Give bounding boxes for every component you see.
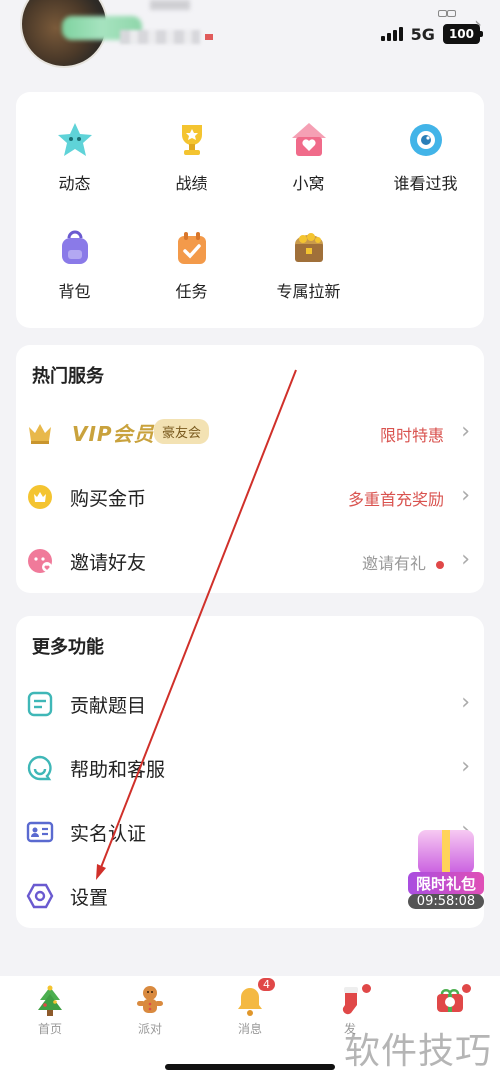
grid-item-label: 任务 bbox=[175, 282, 208, 301]
status-mark bbox=[205, 34, 213, 40]
row-label: 帮助和客服 bbox=[70, 759, 166, 781]
id-card-icon bbox=[26, 818, 54, 846]
chevron-right-icon: › bbox=[461, 483, 470, 508]
trophy-icon bbox=[172, 120, 212, 160]
treasure-chest-icon bbox=[289, 228, 329, 268]
bell-icon: 4 bbox=[233, 978, 275, 1018]
grid-item-backpack[interactable]: 背包 bbox=[16, 228, 133, 302]
christmas-tree-icon bbox=[33, 984, 67, 1018]
stocking-icon bbox=[333, 984, 371, 1018]
chevron-right-icon: › bbox=[461, 419, 470, 444]
help-support-row[interactable]: 帮助和客服 › bbox=[16, 748, 484, 788]
tab-label: 消息 bbox=[237, 1022, 262, 1036]
grid-item-label: 专属拉新 bbox=[276, 282, 341, 301]
chevron-right-icon: › bbox=[461, 547, 470, 572]
section-title: 热门服务 bbox=[32, 366, 104, 387]
grid-item-dynamic[interactable]: 动态 bbox=[16, 120, 133, 194]
gift-label: 限时礼包 bbox=[408, 872, 484, 895]
contribute-questions-row[interactable]: 贡献题目 › bbox=[16, 684, 484, 724]
watermark: 软件技巧 bbox=[343, 1031, 492, 1072]
signal-icon bbox=[380, 27, 403, 41]
tab-profile[interactable] bbox=[400, 984, 500, 1020]
limited-gift-pack[interactable]: 限时礼包 09:58:08 bbox=[408, 826, 484, 914]
calendar-check-icon bbox=[172, 228, 212, 268]
status-bar: 5G 100 bbox=[380, 24, 484, 44]
vip-promo-text: 限时特惠 bbox=[379, 426, 444, 445]
grid-item-label: 小窝 bbox=[292, 174, 325, 193]
row-label: 贡献题目 bbox=[70, 695, 147, 717]
tab-label: 首页 bbox=[37, 1022, 62, 1036]
profile-header: › 5G 100 bbox=[0, 0, 500, 80]
star-face-icon bbox=[55, 120, 95, 160]
gingerbread-icon bbox=[133, 984, 167, 1018]
section-title: 更多功能 bbox=[32, 637, 104, 658]
grid-item-visitors[interactable]: 谁看过我 bbox=[367, 120, 484, 194]
grid-item-nest[interactable]: 小窝 bbox=[250, 120, 367, 194]
buy-coins-row[interactable]: 购买金币 多重首充奖励 › bbox=[16, 477, 484, 517]
battery-icon: 100 bbox=[442, 24, 484, 44]
invite-friends-row[interactable]: 邀请好友 邀请有礼 › bbox=[16, 541, 484, 581]
row-label: 实名认证 bbox=[70, 823, 147, 845]
gift-ribbon bbox=[442, 830, 450, 874]
row-label: 购买金币 bbox=[70, 488, 147, 510]
crown-icon bbox=[26, 419, 54, 447]
coins-promo-text: 多重首充奖励 bbox=[347, 490, 444, 509]
chevron-right-icon: › bbox=[461, 690, 470, 715]
backpack-icon bbox=[55, 228, 95, 268]
invite-promo-text: 邀请有礼 bbox=[362, 550, 444, 574]
coin-crown-icon bbox=[26, 483, 54, 511]
tab-party[interactable]: 派对 bbox=[100, 984, 200, 1037]
vip-club-badge: 豪友会 bbox=[154, 419, 210, 444]
house-heart-icon bbox=[289, 120, 329, 160]
document-icon bbox=[26, 690, 54, 718]
hot-services-card: 热门服务 VIP会员 豪友会 限时特惠 › 购买金币 多重首充奖励 › 邀请好友… bbox=[16, 345, 484, 593]
unread-count-badge: 4 bbox=[258, 978, 275, 991]
grid-item-record[interactable]: 战绩 bbox=[133, 120, 250, 194]
grid-item-referral[interactable]: 专属拉新 bbox=[250, 228, 367, 302]
tab-home[interactable]: 首页 bbox=[0, 984, 100, 1037]
blurred-user-id bbox=[120, 30, 200, 44]
vip-row[interactable]: VIP会员 豪友会 限时特惠 › bbox=[16, 413, 484, 453]
notification-dot bbox=[436, 560, 444, 569]
tab-label: 派对 bbox=[137, 1022, 162, 1036]
vip-logo: VIP会员 bbox=[72, 422, 155, 446]
settings-hexagon-icon bbox=[26, 882, 54, 910]
invite-face-icon bbox=[26, 547, 54, 575]
notification-dot bbox=[362, 984, 371, 993]
grid-item-label: 谁看过我 bbox=[393, 174, 458, 193]
chat-smile-icon bbox=[26, 754, 54, 782]
blurred-text bbox=[150, 0, 190, 10]
invite-promo-label: 邀请有礼 bbox=[361, 554, 426, 573]
tab-messages[interactable]: 4 消息 bbox=[200, 978, 300, 1037]
row-label: 设置 bbox=[70, 887, 109, 909]
eye-icon bbox=[406, 120, 446, 160]
network-label: 5G bbox=[410, 24, 435, 44]
grid-item-label: 动态 bbox=[58, 174, 91, 193]
chevron-right-icon: › bbox=[461, 754, 470, 779]
grid-item-label: 背包 bbox=[58, 282, 91, 301]
gift-countdown: 09:58:08 bbox=[408, 894, 484, 909]
row-label: 邀请好友 bbox=[70, 552, 147, 574]
notification-dot bbox=[462, 984, 471, 993]
grid-item-label: 战绩 bbox=[175, 174, 208, 193]
home-indicator[interactable] bbox=[165, 1064, 335, 1070]
holiday-gift-icon bbox=[433, 984, 471, 1018]
shortcut-grid-card: 动态 战绩 小窝 谁看过我 背包 任务 专属拉新 bbox=[16, 92, 484, 328]
grid-item-tasks[interactable]: 任务 bbox=[133, 228, 250, 302]
grid-icon[interactable] bbox=[438, 10, 456, 22]
